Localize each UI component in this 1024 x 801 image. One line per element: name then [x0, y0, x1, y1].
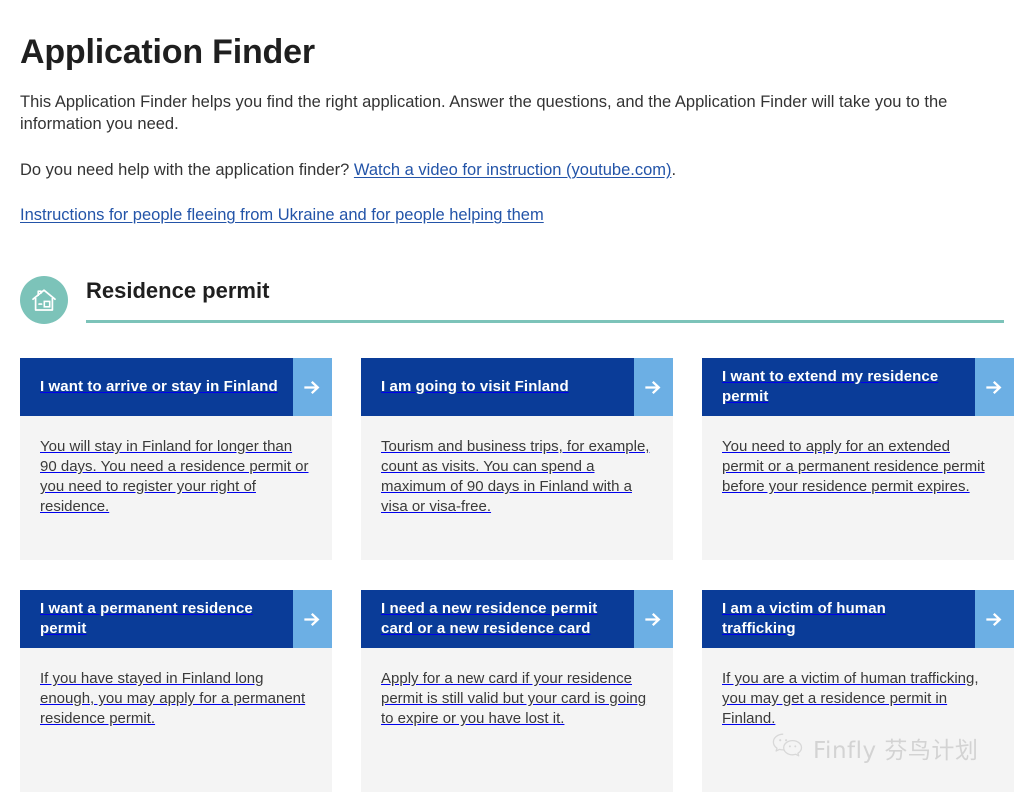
- card-visit-finland[interactable]: I am going to visit Finland Tourism and …: [361, 358, 673, 561]
- arrow-right-icon[interactable]: [293, 590, 332, 649]
- card-permanent-residence-permit[interactable]: I want a permanent residence permit If y…: [20, 590, 332, 793]
- page-title: Application Finder: [20, 33, 315, 71]
- ukraine-paragraph: Instructions for people fleeing from Ukr…: [20, 204, 1004, 226]
- card-title: I want a permanent residence permit: [40, 600, 253, 638]
- help-suffix-text: .: [671, 161, 677, 180]
- section-title: Residence permit: [86, 278, 270, 304]
- card-title: I am a victim of human trafficking: [722, 600, 886, 638]
- card-header: I want to extend my residence permit: [702, 358, 1014, 417]
- arrow-right-icon[interactable]: [293, 358, 332, 417]
- card-title: I need a new residence permit card or a …: [381, 600, 598, 638]
- card-body: Apply for a new card if your residence p…: [381, 670, 647, 728]
- card-title: I am going to visit Finland: [381, 378, 569, 396]
- card-body: You need to apply for an extended permit…: [722, 438, 985, 496]
- card-header: I am going to visit Finland: [361, 358, 673, 417]
- watch-video-link[interactable]: Watch a video for instruction (youtube.c…: [354, 161, 672, 179]
- card-title: I want to extend my residence permit: [722, 368, 939, 406]
- card-body: If you are a victim of human trafficking…: [722, 670, 979, 728]
- intro-paragraph: This Application Finder helps you find t…: [20, 93, 948, 134]
- card-header: I need a new residence permit card or a …: [361, 590, 673, 649]
- card-extend-residence-permit[interactable]: I want to extend my residence permit You…: [702, 358, 1014, 561]
- arrow-right-icon[interactable]: [975, 590, 1014, 649]
- residence-permit-section-header: Residence permit: [20, 269, 1004, 325]
- house-icon: [20, 276, 68, 325]
- card-new-residence-permit-card[interactable]: I need a new residence permit card or a …: [361, 590, 673, 793]
- card-header: I want a permanent residence permit: [20, 590, 332, 649]
- card-title: I want to arrive or stay in Finland: [40, 378, 278, 396]
- arrow-right-icon[interactable]: [634, 358, 673, 417]
- card-header: I want to arrive or stay in Finland: [20, 358, 332, 417]
- application-finder-page: Application Finder This Application Find…: [0, 0, 1024, 793]
- section-header-body: Residence permit: [86, 269, 1004, 324]
- card-victim-of-human-trafficking[interactable]: I am a victim of human trafficking If yo…: [702, 590, 1014, 793]
- help-paragraph: Do you need help with the application fi…: [20, 159, 1004, 181]
- card-body: Tourism and business trips, for example,…: [381, 438, 650, 516]
- card-body: You will stay in Finland for longer than…: [40, 438, 309, 516]
- residence-permit-card-grid: I want to arrive or stay in Finland You …: [20, 358, 1014, 793]
- card-header: I am a victim of human trafficking: [702, 590, 1014, 649]
- card-body: If you have stayed in Finland long enoug…: [40, 670, 306, 728]
- arrow-right-icon[interactable]: [975, 358, 1014, 417]
- section-divider: [86, 320, 1004, 324]
- help-prefix-text: Do you need help with the application fi…: [20, 161, 354, 180]
- card-arrive-or-stay[interactable]: I want to arrive or stay in Finland You …: [20, 358, 332, 561]
- ukraine-instructions-link[interactable]: Instructions for people fleeing from Ukr…: [20, 206, 544, 224]
- arrow-right-icon[interactable]: [634, 590, 673, 649]
